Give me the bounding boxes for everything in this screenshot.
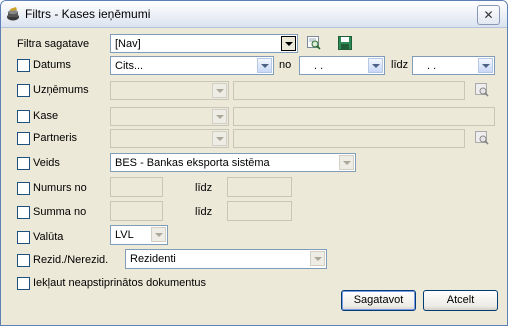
datums-to-dropdown-button[interactable] (478, 58, 493, 73)
summa-label: Summa no (33, 206, 87, 218)
partneris-search-icon[interactable] (475, 131, 489, 145)
rezid-select[interactable]: Rezidenti (125, 249, 327, 269)
iekl-label: Iekļaut neapstiprinātos dokumentus (33, 277, 207, 289)
numurs-label: Numurs no (33, 182, 87, 194)
numurs-checkbox[interactable] (17, 182, 30, 195)
chevron-down-icon (372, 64, 380, 68)
datums-to-field[interactable]: . . (412, 56, 495, 75)
datums-dropdown-button[interactable] (257, 58, 272, 73)
kase-dropdown-button[interactable] (212, 109, 227, 124)
chevron-down-icon (216, 137, 224, 141)
filter-template-dropdown-button[interactable] (281, 36, 296, 51)
kase-label: Kase (33, 110, 59, 122)
partneris-code-select[interactable] (110, 129, 229, 148)
partneris-dropdown-button[interactable] (212, 131, 227, 146)
summa-to-field[interactable] (227, 201, 292, 221)
save-icon[interactable] (338, 36, 352, 50)
numurs-to-field[interactable] (227, 177, 292, 197)
rezid-checkbox[interactable] (17, 254, 30, 267)
kase-name-field[interactable] (233, 107, 495, 126)
datums-from-dropdown-button[interactable] (368, 58, 383, 73)
chevron-down-icon (314, 257, 322, 261)
partneris-label: Partneris (33, 132, 78, 144)
search-template-icon[interactable] (307, 36, 321, 50)
partneris-name-field[interactable] (233, 129, 465, 148)
valuta-checkbox[interactable] (17, 231, 30, 244)
uznemums-search-icon[interactable] (475, 83, 489, 97)
chevron-down-icon (285, 42, 293, 46)
rezid-dropdown-button[interactable] (310, 251, 325, 266)
chevron-down-icon (261, 64, 269, 68)
datums-period-select[interactable]: Cits... (110, 56, 274, 75)
datums-from-field[interactable]: . . (299, 56, 385, 75)
uznemums-dropdown-button[interactable] (212, 83, 227, 98)
sagatavot-button[interactable]: Sagatavot (341, 290, 416, 311)
valuta-dropdown-button[interactable] (151, 227, 166, 242)
atcelt-button[interactable]: Atcelt (423, 290, 498, 311)
chevron-down-icon (343, 161, 351, 165)
kase-checkbox[interactable] (17, 110, 30, 123)
veids-select[interactable]: BES - Bankas eksporta sistēma (110, 153, 356, 172)
filter-template-label: Filtra sagatave (17, 38, 90, 50)
chevron-down-icon (155, 233, 163, 237)
numurs-from-field[interactable] (110, 177, 163, 197)
uznemums-label: Uzņēmums (33, 84, 89, 96)
datums-checkbox[interactable] (17, 59, 30, 72)
veids-dropdown-button[interactable] (339, 155, 354, 170)
kase-code-select[interactable] (110, 107, 229, 126)
numurs-lidz-label: līdz (195, 182, 213, 194)
datums-lidz-label: līdz (391, 59, 409, 71)
partneris-checkbox[interactable] (17, 132, 30, 145)
window-title: Filtrs - Kases ieņēmumi (25, 7, 151, 21)
datums-no-label: no (279, 59, 292, 71)
summa-checkbox[interactable] (17, 206, 30, 219)
filter-template-select[interactable]: [Nav] (110, 34, 298, 53)
close-button[interactable]: ✕ (477, 5, 500, 25)
veids-checkbox[interactable] (17, 157, 30, 170)
veids-label: Veids (33, 157, 60, 169)
chevron-down-icon (216, 89, 224, 93)
datums-label: Datums (33, 59, 71, 71)
app-icon (7, 7, 19, 21)
uznemums-checkbox[interactable] (17, 84, 30, 97)
chevron-down-icon (482, 64, 490, 68)
valuta-select[interactable]: LVL (110, 225, 168, 245)
summa-from-field[interactable] (110, 201, 163, 221)
uznemums-name-field[interactable] (233, 81, 465, 100)
filter-dialog: Filtrs - Kases ieņēmumi ✕ Filtra sagatav… (0, 0, 508, 326)
summa-lidz-label: līdz (195, 206, 213, 218)
uznemums-code-select[interactable] (110, 81, 229, 100)
valuta-label: Valūta (33, 231, 64, 243)
close-icon: ✕ (483, 8, 494, 22)
rezid-label: Rezid./Nerezid. (33, 254, 109, 266)
iekl-checkbox[interactable] (17, 277, 30, 290)
title-bar: Filtrs - Kases ieņēmumi ✕ (1, 1, 507, 28)
chevron-down-icon (216, 115, 224, 119)
